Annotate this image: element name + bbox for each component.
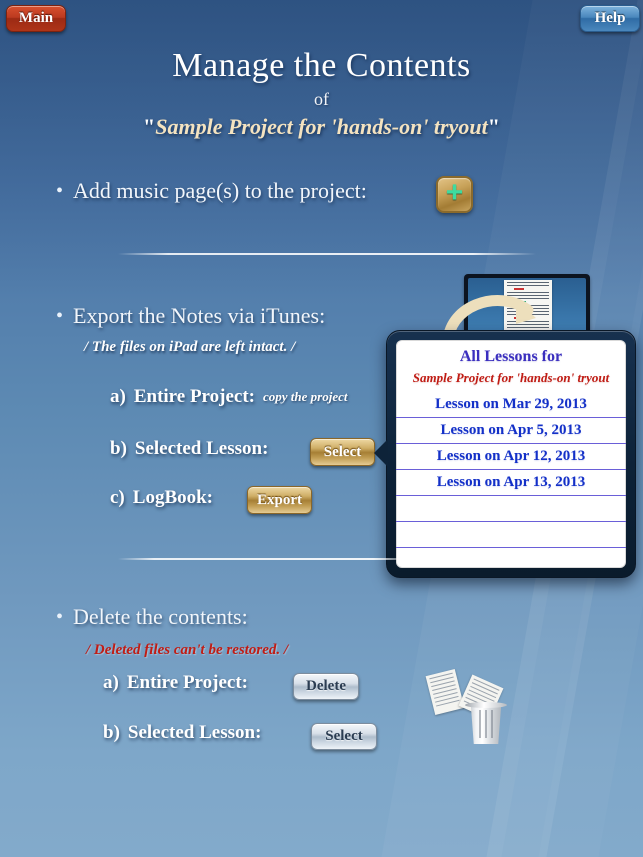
export-notes-row: • Export the Notes via iTunes: [56, 303, 325, 329]
list-letter: b) [103, 722, 120, 743]
delete-contents-row: • Delete the contents: [56, 604, 248, 630]
delete-entire-project-label: Entire Project: [126, 672, 248, 693]
export-select-lesson-button[interactable]: Select [310, 438, 375, 466]
popover-header: All Lessons for Sample Project for 'hand… [396, 340, 626, 388]
export-logbook-label: LogBook: [132, 487, 214, 508]
all-lessons-popover: All Lessons for Sample Project for 'hand… [374, 330, 636, 578]
bullet-icon: • [56, 305, 64, 327]
lesson-row-empty [396, 496, 626, 522]
delete-entire-project-row: a) Entire Project: [103, 672, 248, 694]
export-note: / The files on iPad are left intact. / [84, 339, 296, 355]
trash-can-with-papers-icon [425, 668, 518, 746]
delete-select-lesson-button-label: Select [325, 728, 363, 744]
manage-contents-screen: Main Help Manage the Contents of "Sample… [0, 0, 643, 857]
plus-icon: + [445, 176, 464, 209]
list-letter: a) [103, 672, 119, 693]
delete-selected-lesson-row: b) Selected Lesson: [103, 722, 261, 744]
export-selected-lesson-label: Selected Lesson: [134, 438, 269, 459]
background-top-shade [0, 0, 643, 300]
delete-selected-lesson-label: Selected Lesson: [127, 722, 262, 743]
quote-close: " [487, 114, 500, 139]
export-entire-project-hint: copy the project [263, 389, 348, 404]
lesson-row[interactable]: Lesson on Apr 5, 2013 [396, 418, 626, 444]
bullet-icon: • [56, 606, 64, 628]
export-select-lesson-button-label: Select [323, 443, 362, 460]
help-button-label: Help [594, 10, 626, 26]
export-entire-project-label: Entire Project: [133, 386, 255, 407]
project-name: Sample Project for 'hands-on' tryout [155, 114, 488, 139]
page-title: Manage the Contents [172, 47, 471, 84]
popover-arrow [374, 439, 388, 467]
project-name-line: "Sample Project for 'hands-on' tryout" [0, 112, 643, 142]
lesson-row[interactable]: Lesson on Apr 13, 2013 [396, 470, 626, 496]
add-music-pages-row: • Add music page(s) to the project: [56, 178, 367, 204]
export-logbook-button-label: Export [257, 491, 302, 508]
lesson-row[interactable]: Lesson on Apr 12, 2013 [396, 444, 626, 470]
delete-entire-project-button[interactable]: Delete [293, 673, 359, 700]
export-logbook-button[interactable]: Export [247, 486, 312, 514]
page-title-of: of [314, 89, 329, 109]
page-title-block: Manage the Contents of "Sample Project f… [0, 46, 643, 142]
lesson-row-empty [396, 522, 626, 548]
export-notes-label: Export the Notes via iTunes: [73, 303, 326, 328]
export-selected-lesson-row: b) Selected Lesson: [110, 438, 268, 460]
lesson-list: Lesson on Mar 29, 2013 Lesson on Apr 5, 2… [396, 392, 626, 548]
main-button-label: Main [18, 10, 54, 26]
trash-can-lip [465, 702, 507, 708]
quote-open: " [143, 114, 156, 139]
main-button[interactable]: Main [6, 5, 66, 32]
popover-subtitle: Sample Project for 'hands-on' tryout [412, 370, 610, 385]
lesson-row[interactable]: Lesson on Mar 29, 2013 [396, 392, 626, 418]
list-letter: a) [110, 386, 126, 407]
delete-contents-label: Delete the contents: [73, 604, 248, 629]
add-music-page-button[interactable]: + [436, 176, 473, 213]
divider [118, 558, 418, 560]
add-music-pages-label: Add music page(s) to the project: [73, 178, 367, 203]
delete-select-lesson-button[interactable]: Select [311, 723, 377, 750]
bullet-icon: • [56, 180, 64, 202]
list-letter: b) [110, 438, 127, 459]
list-letter: c) [110, 487, 125, 508]
delete-warning-note: / Deleted files can't be restored. / [86, 642, 289, 658]
export-logbook-row: c) LogBook: [110, 487, 213, 509]
popover-content: All Lessons for Sample Project for 'hand… [396, 340, 626, 568]
export-entire-project-row: a) Entire Project: copy the project [110, 386, 347, 408]
paper-sheet [425, 668, 465, 716]
delete-entire-project-button-label: Delete [306, 678, 346, 694]
help-button[interactable]: Help [580, 5, 640, 32]
trash-can-body [470, 706, 502, 744]
divider [118, 253, 536, 255]
popover-title: All Lessons for [459, 348, 563, 365]
